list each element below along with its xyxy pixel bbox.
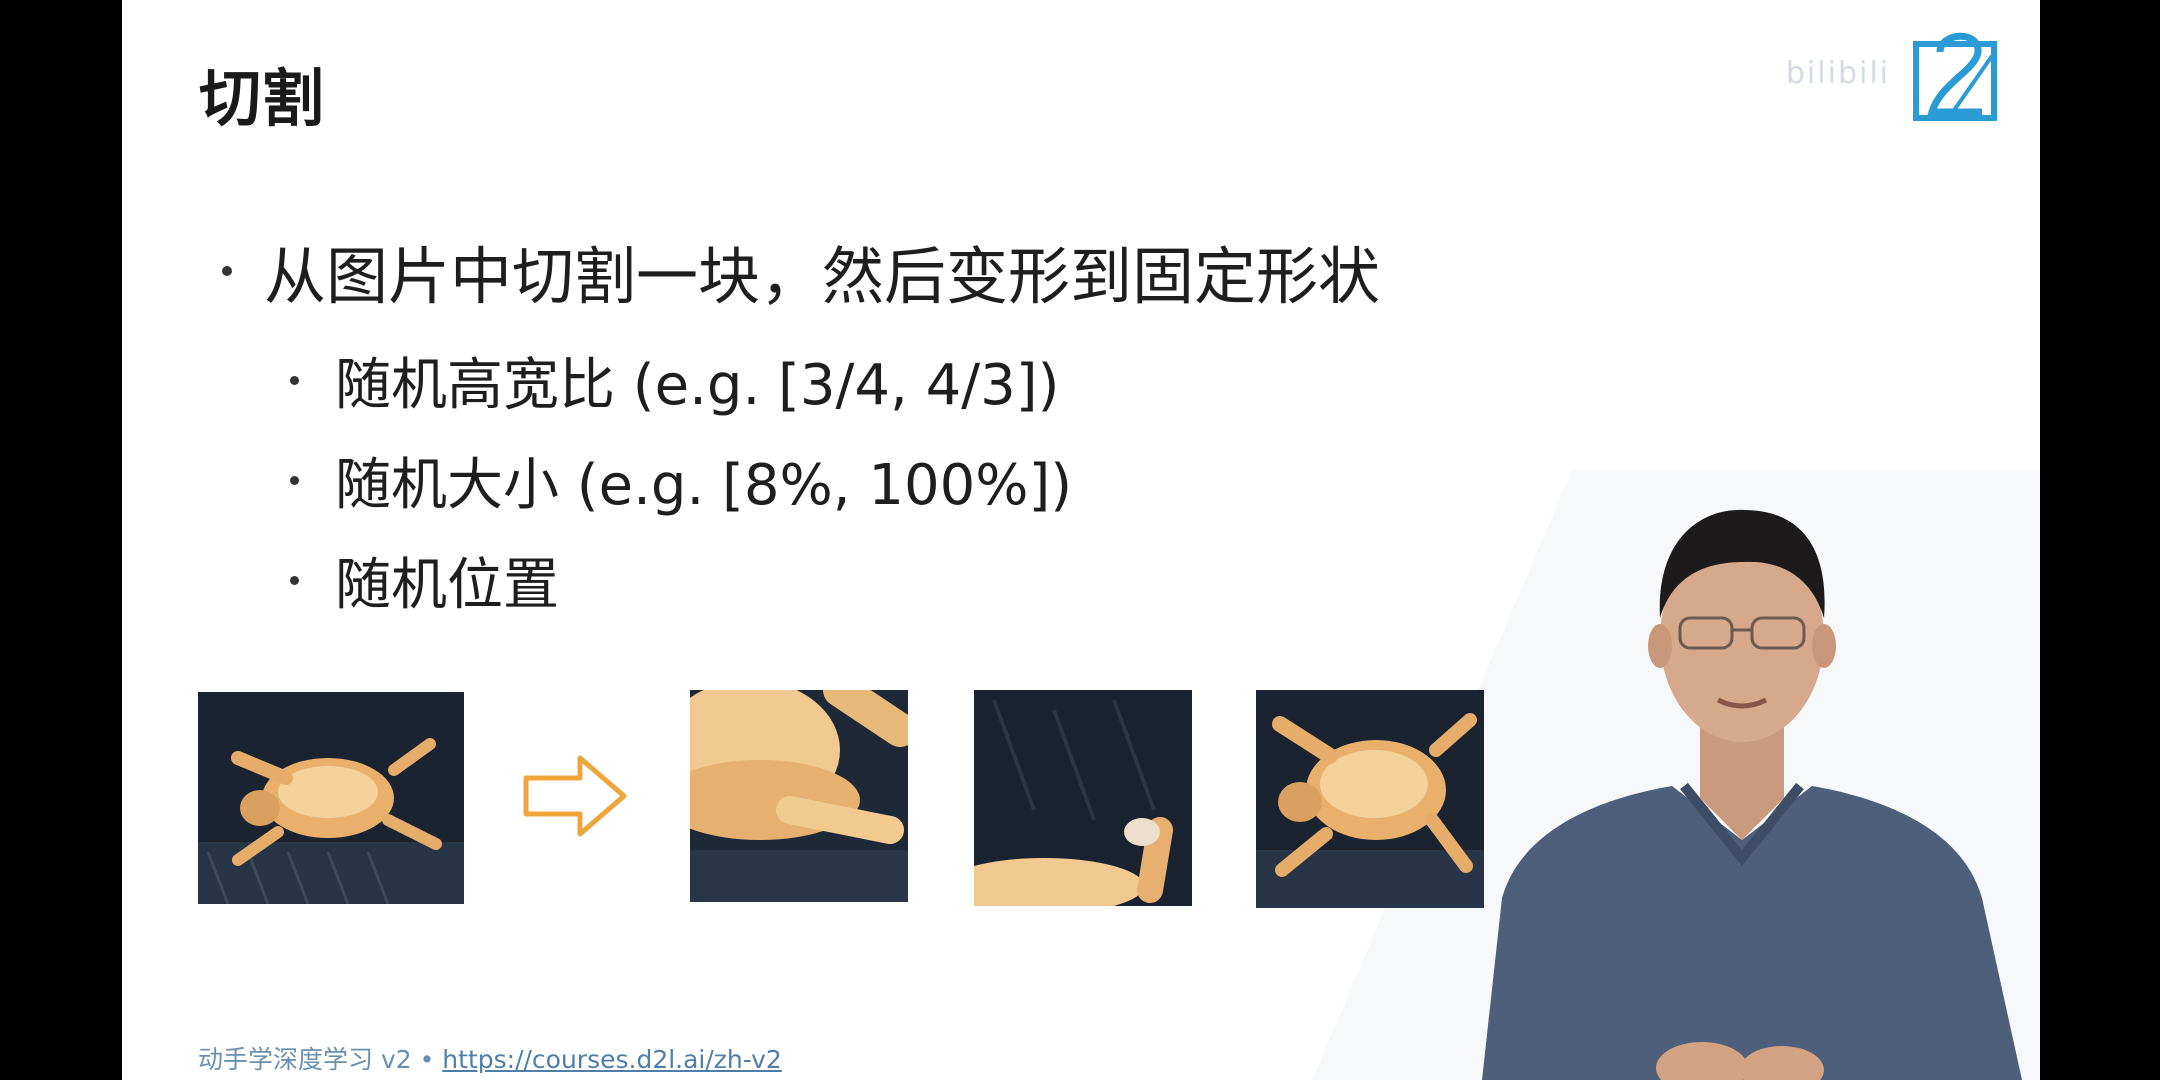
crop-3-image bbox=[1256, 690, 1484, 908]
slide: 切割 bilibili 从图片中切割一块，然后变形到固定形状 随机高宽比 (e.… bbox=[122, 0, 2040, 1080]
bullet-dot bbox=[222, 266, 232, 276]
crop-1-image bbox=[690, 690, 908, 902]
presenter-video bbox=[1482, 509, 2022, 1080]
footer: 动手学深度学习 v2 • https://courses.d2l.ai/zh-v… bbox=[198, 1040, 782, 1076]
sub-bullet-text: 随机位置 bbox=[335, 553, 559, 618]
sub-bullet-aspect-ratio: 随机高宽比 (e.g. [3/4, 4/3]) bbox=[290, 340, 1059, 421]
slide-title: 切割 bbox=[199, 62, 326, 135]
sub-bullet-text: 随机大小 (e.g. [8%, 100%]) bbox=[335, 453, 1073, 518]
watermark-text: bilibili bbox=[1785, 56, 1890, 91]
bullet-dot bbox=[290, 476, 299, 485]
main-bullet: 从图片中切割一块，然后变形到固定形状 bbox=[222, 226, 1380, 316]
video-frame: 切割 bilibili 从图片中切割一块，然后变形到固定形状 随机高宽比 (e.… bbox=[0, 0, 2160, 1080]
original-cat-image bbox=[198, 692, 464, 904]
sub-bullet-text: 随机高宽比 (e.g. [3/4, 4/3]) bbox=[335, 353, 1060, 418]
bullet-dot bbox=[290, 576, 299, 585]
bullet-dot bbox=[290, 376, 299, 385]
right-arrow-outline-icon bbox=[523, 755, 627, 837]
crop-2-image bbox=[974, 690, 1192, 906]
d2l-logo-icon bbox=[1913, 32, 1997, 121]
course-link[interactable]: https://courses.d2l.ai/zh-v2 bbox=[442, 1045, 782, 1074]
footer-course-name: 动手学深度学习 v2 • bbox=[198, 1045, 443, 1074]
sub-bullet-position: 随机位置 bbox=[290, 540, 559, 621]
main-bullet-text: 从图片中切割一块，然后变形到固定形状 bbox=[264, 240, 1381, 313]
sub-bullet-size: 随机大小 (e.g. [8%, 100%]) bbox=[290, 440, 1072, 521]
